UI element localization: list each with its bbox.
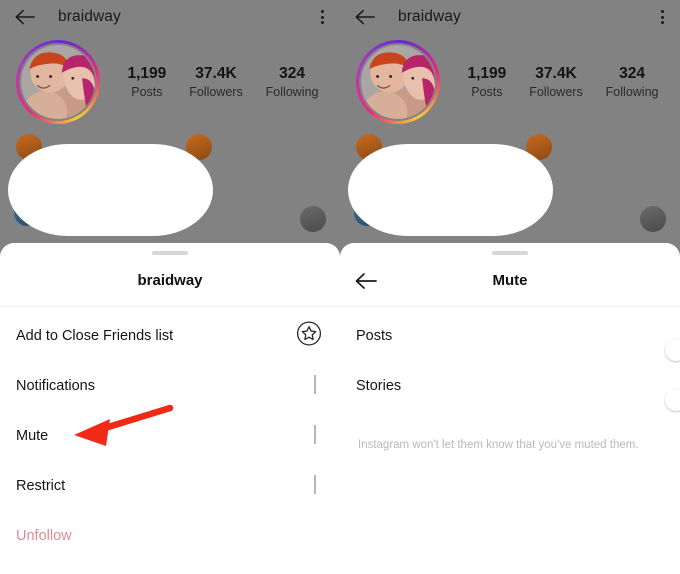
list-item-unfollow[interactable]: Unfollow (0, 511, 340, 561)
left-stats: 1,199 Posts 37.4K Followers 324 Followin… (100, 64, 340, 100)
stat-followers-value: 37.4K (195, 65, 237, 83)
right-sheet-header: Mute (340, 255, 680, 307)
right-screen: braidway 1,199 Posts 37.4K Followers 324… (340, 0, 680, 574)
avatar-story-ring[interactable] (356, 40, 440, 124)
story-highlight-thumb[interactable] (640, 206, 666, 232)
kebab-menu-icon[interactable] (661, 10, 664, 24)
right-appbar: braidway (340, 0, 680, 34)
toggle-row-label: Stories (356, 378, 402, 394)
right-highlights-strip (340, 128, 680, 240)
list-item-mute[interactable]: Mute (0, 411, 340, 461)
right-appbar-title: braidway (398, 8, 461, 25)
stat-following-value: 324 (619, 65, 646, 83)
stat-followers[interactable]: 37.4K Followers (529, 64, 583, 100)
list-item-label: Unfollow (16, 528, 72, 544)
left-appbar: braidway (0, 0, 340, 34)
stat-following-label: Following (265, 84, 319, 99)
right-stats: 1,199 Posts 37.4K Followers 324 Followin… (440, 64, 680, 100)
avatar[interactable] (359, 43, 437, 121)
list-item-label: Mute (16, 428, 49, 444)
right-bottom-sheet: Mute Posts Stories Instagram won't let t… (340, 243, 680, 574)
bio-redaction-overlay (8, 144, 213, 236)
list-item-notifications[interactable]: Notifications (0, 361, 340, 411)
stat-followers[interactable]: 37.4K Followers (189, 64, 243, 100)
toggle-row-label: Posts (356, 328, 393, 344)
toggle-row-stories[interactable]: Stories (340, 361, 680, 411)
toggle-row-posts[interactable]: Posts (340, 311, 680, 361)
left-highlights-strip (0, 128, 340, 240)
left-profile-row: 1,199 Posts 37.4K Followers 324 Followin… (0, 34, 340, 124)
toggle-knob (664, 338, 680, 361)
list-item-close-friends[interactable]: Add to Close Friends list (0, 311, 340, 361)
stat-posts-value: 1,199 (467, 65, 507, 83)
right-sheet-title: Mute (492, 272, 528, 289)
list-item-label: Restrict (16, 478, 66, 494)
avatar[interactable] (19, 43, 97, 121)
left-sheet-title: braidway (137, 272, 203, 289)
stat-following-label: Following (605, 84, 659, 99)
star-circle-icon[interactable] (296, 321, 322, 352)
stat-following-value: 324 (279, 65, 306, 83)
avatar-story-ring[interactable] (16, 40, 100, 124)
left-bottom-sheet: braidway Add to Close Friends list Notif… (0, 243, 340, 574)
stat-posts-value: 1,199 (127, 65, 167, 83)
bio-redaction-overlay (348, 144, 553, 236)
back-arrow-icon[interactable] (340, 8, 376, 26)
list-item-restrict[interactable]: Restrict (0, 461, 340, 511)
left-options-list: Add to Close Friends list Notifications … (0, 307, 340, 561)
kebab-menu-icon[interactable] (321, 10, 324, 24)
stat-posts[interactable]: 1,199 Posts (467, 64, 506, 100)
toggle-knob (664, 388, 680, 411)
chevron-right-icon[interactable] (314, 475, 316, 495)
stat-following[interactable]: 324 Following (266, 64, 319, 100)
mute-options-list: Posts Stories Instagram won't let them k… (340, 307, 680, 453)
stat-followers-value: 37.4K (535, 65, 577, 83)
left-screen: braidway 1,199 Posts 37.4K Followers 324… (0, 0, 340, 574)
stat-posts-label: Posts (471, 84, 503, 99)
chevron-right-icon[interactable] (314, 425, 316, 445)
stat-following[interactable]: 324 Following (606, 64, 659, 100)
stat-followers-label: Followers (529, 84, 583, 99)
chevron-right-icon[interactable] (314, 375, 316, 395)
dual-screenshot-container: braidway 1,199 Posts 37.4K Followers 324… (0, 0, 680, 574)
list-item-label: Notifications (16, 378, 95, 394)
story-highlight-thumb[interactable] (300, 206, 326, 232)
left-appbar-title: braidway (58, 8, 121, 25)
left-sheet-header: braidway (0, 255, 340, 307)
stat-posts-label: Posts (131, 84, 163, 99)
right-profile-row: 1,199 Posts 37.4K Followers 324 Followin… (340, 34, 680, 124)
sheet-back-arrow-icon[interactable] (354, 271, 378, 291)
list-item-label: Add to Close Friends list (16, 328, 174, 344)
stat-posts[interactable]: 1,199 Posts (127, 64, 166, 100)
back-arrow-icon[interactable] (0, 8, 36, 26)
mute-helper-text: Instagram won't let them know that you'v… (358, 439, 639, 451)
stat-followers-label: Followers (189, 84, 243, 99)
